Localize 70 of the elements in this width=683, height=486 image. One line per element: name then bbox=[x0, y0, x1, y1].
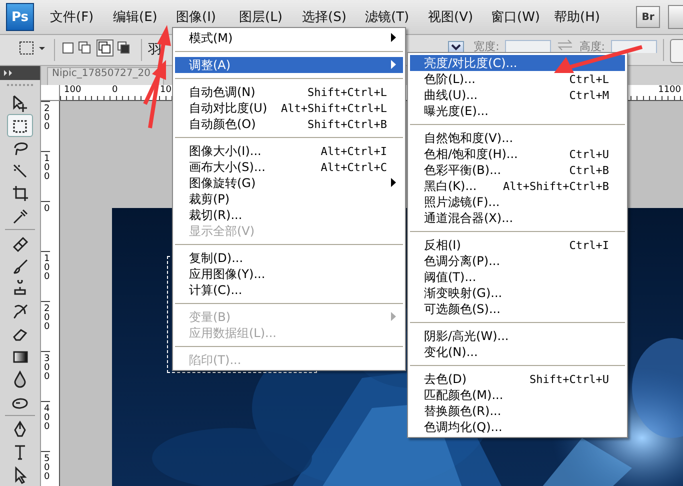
menu-item[interactable]: 可选颜色(S)... bbox=[410, 301, 625, 317]
menu-item[interactable]: 复制(D)... bbox=[175, 250, 403, 266]
ruler-label: 400 bbox=[41, 401, 50, 451]
history-brush-icon bbox=[11, 302, 29, 320]
menu-item[interactable]: 色调均化(Q)... bbox=[410, 419, 625, 435]
menu-item[interactable]: 色调分离(P)... bbox=[410, 253, 625, 269]
menu-item[interactable]: 图像大小(I)... Alt+Ctrl+I bbox=[175, 143, 403, 159]
width-label: 宽度: bbox=[474, 41, 500, 53]
move-icon bbox=[11, 94, 29, 112]
menu-item[interactable]: 自然饱和度(V)... bbox=[410, 130, 625, 146]
menu-item[interactable]: 黑白(K)... Alt+Shift+Ctrl+B bbox=[410, 178, 625, 194]
style-dropdown-button[interactable] bbox=[448, 41, 464, 53]
menu-item[interactable]: 阈值(T)... bbox=[410, 269, 625, 285]
menu-item[interactable]: 调整(A) bbox=[175, 57, 403, 73]
menu-item[interactable]: 画布大小(S)... Alt+Ctrl+C bbox=[175, 159, 403, 175]
menu-item[interactable]: 模式(M) bbox=[175, 30, 403, 46]
view-extras-button[interactable] bbox=[668, 5, 683, 29]
menu-bar-item[interactable]: 帮助(H) bbox=[554, 8, 617, 26]
menu-item[interactable]: 亮度/对比度(C)... bbox=[410, 55, 625, 71]
menu-bar-item[interactable]: 图层(L) bbox=[239, 8, 302, 26]
menu-bar-item[interactable]: 窗口(W) bbox=[491, 8, 554, 26]
menu-bar-item[interactable]: 图像(I) bbox=[176, 8, 239, 26]
menu-bar-item[interactable]: 文件(F) bbox=[50, 8, 113, 26]
menu-item[interactable]: 色相/饱和度(H)... Ctrl+U bbox=[410, 146, 625, 162]
ruler-label: 0 bbox=[41, 201, 50, 251]
menu-item[interactable]: 裁切(R)... bbox=[175, 207, 403, 223]
ruler-label: 500 bbox=[41, 451, 50, 486]
menu-item[interactable]: 去色(D) Shift+Ctrl+U bbox=[410, 371, 625, 387]
ruler-label: 100 bbox=[41, 251, 50, 301]
menu-item[interactable]: 自动对比度(U) Alt+Shift+Ctrl+L bbox=[175, 100, 403, 116]
menu-item[interactable]: 计算(C)... bbox=[175, 282, 403, 298]
wand-icon bbox=[11, 162, 29, 180]
tool-button[interactable] bbox=[7, 114, 33, 137]
chevron-down-icon bbox=[450, 44, 461, 52]
menu-item[interactable]: 替换颜色(R)... bbox=[410, 403, 625, 419]
menu-item[interactable]: 反相(I) Ctrl+I bbox=[410, 237, 625, 253]
ruler-label: 200 bbox=[41, 101, 50, 151]
menu-item[interactable]: 渐变映射(G)... bbox=[410, 285, 625, 301]
bridge-button[interactable]: Br bbox=[636, 6, 660, 28]
menu-item[interactable]: 曝光度(E)... bbox=[410, 103, 625, 119]
menu-item[interactable]: 色彩平衡(B)... Ctrl+B bbox=[410, 162, 625, 178]
document-tab[interactable]: Nipic_17850727_20 bbox=[47, 67, 164, 85]
menu-bar-item[interactable]: 编辑(E) bbox=[113, 8, 176, 26]
refine-edge-button[interactable] bbox=[670, 39, 683, 63]
eyedropper-icon bbox=[11, 207, 29, 226]
menu-bar-item[interactable]: 滤镜(T) bbox=[365, 8, 428, 26]
brush-icon bbox=[11, 257, 29, 276]
collapse-icon[interactable] bbox=[4, 70, 14, 76]
menu-item[interactable]: 曲线(U)... Ctrl+M bbox=[410, 87, 625, 103]
menu-item[interactable]: 裁剪(P) bbox=[175, 191, 403, 207]
menu-item[interactable]: 变化(N)... bbox=[410, 344, 625, 360]
marquee-preset-icon[interactable] bbox=[18, 39, 48, 57]
bandage-icon bbox=[11, 234, 29, 253]
ruler-label: 100 bbox=[41, 151, 50, 201]
menu-item[interactable]: 自动颜色(O) Shift+Ctrl+B bbox=[175, 116, 403, 132]
photoshop-logo: Ps bbox=[6, 3, 34, 31]
menu-item[interactable]: 通道混合器(X)... bbox=[410, 210, 625, 226]
menu-item[interactable]: 匹配颜色(M)... bbox=[410, 387, 625, 403]
menu-item[interactable]: 阴影/高光(W)... bbox=[410, 328, 625, 344]
menu-bar-item[interactable]: 选择(S) bbox=[302, 8, 365, 26]
menu-item[interactable]: 照片滤镜(F)... bbox=[410, 194, 625, 210]
height-label: 高度: bbox=[579, 41, 605, 53]
ruler-label: 200 bbox=[41, 301, 50, 351]
crop-icon bbox=[11, 184, 29, 202]
menu-item[interactable]: 应用图像(Y)... bbox=[175, 266, 403, 282]
menu-item[interactable]: 色阶(L)... Ctrl+L bbox=[410, 71, 625, 87]
menu-item[interactable]: 图像旋转(G) bbox=[175, 175, 403, 191]
ruler-label: 300 bbox=[41, 351, 50, 401]
menu-bar-item[interactable]: 视图(V) bbox=[428, 8, 491, 26]
width-field[interactable] bbox=[505, 40, 552, 53]
